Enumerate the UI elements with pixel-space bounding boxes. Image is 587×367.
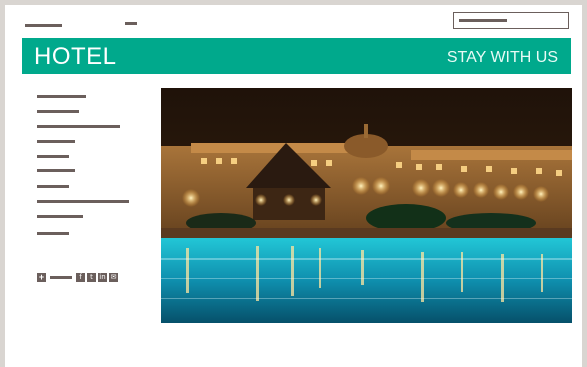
sidebar-nav-item[interactable] <box>37 155 69 158</box>
site-logo-text[interactable]: HOTEL <box>34 43 117 71</box>
hero-image <box>161 88 572 323</box>
site-tagline: STAY WITH US <box>446 49 558 66</box>
sidebar-nav-item[interactable] <box>37 125 120 128</box>
sidebar-nav-item[interactable] <box>37 95 86 98</box>
hotel-pool-night-photo <box>161 88 572 323</box>
sidebar-nav-item[interactable] <box>37 200 129 203</box>
facebook-icon[interactable]: f <box>76 273 85 282</box>
sidebar-nav-item[interactable] <box>37 215 83 218</box>
email-icon[interactable]: ✉ <box>109 273 118 282</box>
share-label <box>50 276 72 279</box>
twitter-icon[interactable]: t <box>87 273 96 282</box>
site-header: HOTEL STAY WITH US <box>22 38 571 74</box>
plus-icon[interactable]: + <box>37 273 46 282</box>
search-input[interactable] <box>453 12 569 29</box>
linkedin-icon[interactable]: in <box>98 273 107 282</box>
sidebar-nav-item[interactable] <box>37 169 75 172</box>
sidebar-nav-item[interactable] <box>37 140 75 143</box>
top-nav-link[interactable] <box>125 22 137 25</box>
page: HOTEL STAY WITH US + f t in ✉ <box>5 5 582 367</box>
top-nav-link[interactable] <box>25 24 62 27</box>
search-placeholder <box>459 19 507 22</box>
sidebar-nav-item[interactable] <box>37 110 79 113</box>
sidebar-nav-item[interactable] <box>37 232 69 235</box>
sidebar-nav-item[interactable] <box>37 185 69 188</box>
